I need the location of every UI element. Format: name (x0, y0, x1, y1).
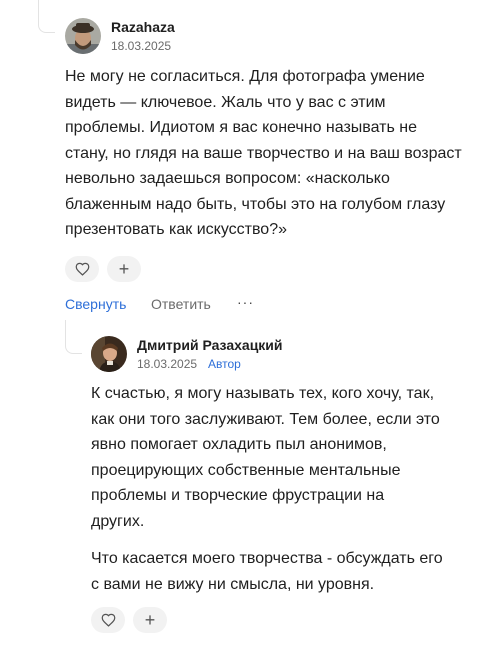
reply-paragraph-2: Что касается моего творчества - обсуждат… (91, 550, 443, 593)
plus-icon: + (118, 259, 130, 279)
reply-author[interactable]: Дмитрий Разахацкий (137, 337, 283, 353)
comment-date: 18.03.2025 (111, 39, 172, 53)
author-badge: Автор (208, 357, 241, 371)
reply-date: 18.03.2025 (137, 357, 198, 371)
heart-icon (75, 262, 89, 276)
heart-icon (101, 613, 115, 627)
reply-add-reaction-button[interactable]: + (133, 607, 167, 633)
thread-line-reply (65, 320, 82, 354)
reply-like-button[interactable] (91, 607, 125, 633)
avatar-razakhatsky[interactable] (91, 336, 127, 372)
plus-icon: + (144, 610, 156, 630)
avatar-razahaza[interactable] (65, 18, 101, 54)
comment-text: Не могу не согласиться. Для фотографа ум… (65, 68, 462, 238)
reply-link[interactable]: Ответить (151, 296, 211, 312)
collapse-link[interactable]: Свернуть (65, 296, 126, 312)
comment-author[interactable]: Razahaza (111, 19, 175, 35)
more-options-icon[interactable]: ··· (237, 294, 254, 310)
like-button[interactable] (65, 256, 99, 282)
reply-paragraph-1: К счастью, я могу называть тех, кого хоч… (91, 385, 440, 530)
thread-line-top (38, 0, 55, 33)
add-reaction-button[interactable]: + (107, 256, 141, 282)
